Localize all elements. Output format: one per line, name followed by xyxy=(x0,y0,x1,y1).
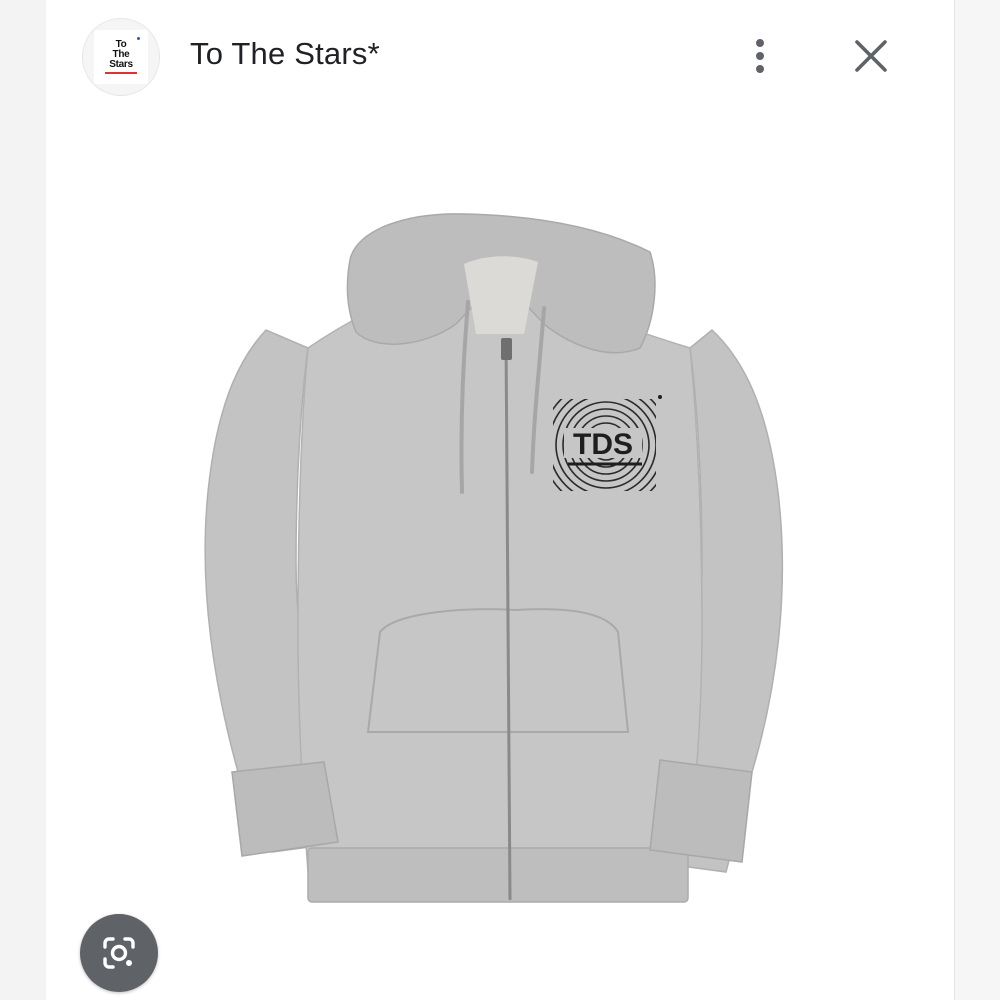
more-vert-icon xyxy=(756,39,764,47)
zipper-pull xyxy=(501,338,512,360)
more-options-button[interactable] xyxy=(736,30,784,82)
logo-badge: To The Stars xyxy=(94,30,148,84)
background-right-edge xyxy=(954,0,1000,1000)
logo-underline xyxy=(105,72,137,74)
product-image[interactable]: TDS xyxy=(46,112,954,1000)
svg-text:TDS: TDS xyxy=(573,428,633,461)
more-vert-icon-dot xyxy=(756,52,764,60)
hoodie-right-cuff xyxy=(649,759,753,863)
chest-graphic: TDS xyxy=(553,399,656,491)
source-logo[interactable]: To The Stars xyxy=(82,18,160,96)
viewer-header: To The Stars To The Stars* xyxy=(46,0,954,112)
close-button[interactable] xyxy=(846,30,896,82)
google-lens-icon xyxy=(103,937,135,969)
close-icon xyxy=(855,40,887,72)
image-viewer-sheet: To The Stars To The Stars* TDS xyxy=(46,0,954,1000)
background-left-edge xyxy=(0,0,46,1000)
hoodie-left-cuff xyxy=(231,761,339,857)
logo-star-dot xyxy=(137,37,140,40)
hoodie-waistband xyxy=(307,847,689,903)
source-title[interactable]: To The Stars* xyxy=(190,36,380,72)
chest-graphic-star xyxy=(658,395,662,399)
lens-search-button[interactable] xyxy=(80,914,158,992)
hoodie-illustration: TDS xyxy=(204,213,784,903)
more-vert-icon-dot xyxy=(756,65,764,73)
logo-line-3: Stars xyxy=(109,59,133,70)
hoodie-body xyxy=(297,289,703,873)
